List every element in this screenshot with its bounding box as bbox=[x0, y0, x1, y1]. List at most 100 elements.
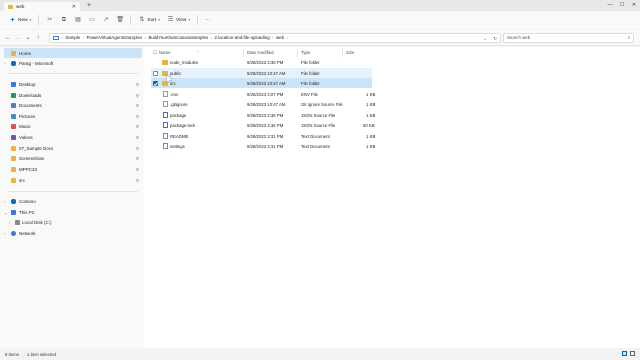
pin-icon[interactable]: ⚲ bbox=[136, 114, 139, 119]
sidebar-item-mppc23[interactable]: MPPC23 ⚲ bbox=[0, 164, 144, 174]
sidebar-item-label: Local Disk (C:) bbox=[22, 219, 52, 225]
pin-icon[interactable]: ⚲ bbox=[136, 167, 139, 172]
sidebar-item-label: src bbox=[19, 177, 25, 183]
sidebar-item-label: Network bbox=[19, 230, 36, 236]
copy-button[interactable]: ⧉ bbox=[57, 14, 70, 26]
minimize-button[interactable]: — bbox=[604, 0, 616, 11]
search-placeholder: Search web bbox=[507, 35, 531, 40]
column-name[interactable]: Name bbox=[159, 50, 170, 55]
sidebar-item-src[interactable]: src ⚲ bbox=[0, 175, 144, 185]
breadcrumb-item[interactable]: PowerVirtualAgentsSamples bbox=[87, 35, 143, 40]
cut-button[interactable]: ✂ bbox=[43, 14, 56, 26]
sidebar-item-music[interactable]: Music ⚲ bbox=[0, 121, 144, 131]
status-bar: 9 items 1 item selected bbox=[0, 348, 640, 360]
folder-icon bbox=[8, 4, 13, 9]
pin-icon[interactable]: ⚲ bbox=[136, 82, 139, 87]
table-row[interactable]: package 9/28/2023 3:36 PM JSON Source Fi… bbox=[151, 110, 375, 120]
divider[interactable] bbox=[342, 49, 343, 57]
home-icon bbox=[11, 50, 16, 56]
chevron-right-icon[interactable]: › bbox=[9, 220, 10, 225]
sidebar-item-pictures[interactable]: Pictures ⚲ bbox=[0, 111, 144, 121]
column-date[interactable]: Date modified bbox=[247, 50, 274, 55]
pin-icon[interactable]: ⚲ bbox=[136, 103, 139, 108]
refresh-icon[interactable]: ↻ bbox=[493, 36, 497, 42]
view-button[interactable]: ☰ View ▾ bbox=[164, 14, 193, 26]
paste-button[interactable]: ▤ bbox=[71, 14, 84, 26]
sidebar-item-contoso[interactable]: › Contoso bbox=[0, 196, 144, 206]
table-row[interactable]: README 9/28/2023 3:31 PM Text Document 1… bbox=[151, 131, 375, 141]
pin-icon[interactable]: ⚲ bbox=[136, 156, 139, 161]
sidebar-item-sample-docs[interactable]: 07_Sample Docs ⚲ bbox=[0, 143, 144, 153]
chevron-right-icon[interactable]: › bbox=[4, 61, 5, 66]
pin-icon[interactable]: ⚲ bbox=[136, 93, 139, 98]
breadcrumb-item[interactable]: Sample bbox=[65, 35, 80, 40]
table-row[interactable]: src 9/28/2023 10:47 AM File folder bbox=[151, 78, 372, 88]
pin-icon[interactable]: ⚲ bbox=[136, 178, 139, 183]
recent-chevron-icon[interactable]: ⌄ bbox=[24, 34, 32, 41]
sidebar-item-downloads[interactable]: Downloads ⚲ bbox=[0, 90, 144, 100]
table-row[interactable]: package-lock 9/28/2023 3:36 PM JSON Sour… bbox=[151, 120, 375, 130]
chevron-right-icon[interactable]: › bbox=[4, 231, 5, 236]
address-bar[interactable]: › Sample › PowerVirtualAgentsSamples › B… bbox=[49, 32, 501, 43]
rename-button[interactable]: ▭ bbox=[85, 14, 98, 26]
sidebar-item-this-pc[interactable]: ⌄ This PC bbox=[0, 207, 144, 217]
new-button[interactable]: + New ▾ bbox=[6, 14, 34, 26]
file-date: 9/28/2023 3:31 PM bbox=[247, 143, 284, 149]
sidebar-item-label: MPPC23 bbox=[19, 166, 38, 172]
sidebar-item-onedrive[interactable]: › Parag - Microsoft bbox=[0, 58, 144, 68]
file-type: ENV File bbox=[301, 91, 318, 97]
sidebar-item-network[interactable]: › Network bbox=[0, 228, 144, 238]
pin-icon[interactable]: ⚲ bbox=[136, 146, 139, 151]
breadcrumb-separator: › bbox=[272, 35, 274, 40]
pin-icon[interactable]: ⚲ bbox=[136, 135, 139, 140]
share-button[interactable]: ↗ bbox=[99, 14, 112, 26]
column-size[interactable]: Size bbox=[346, 50, 354, 55]
more-button[interactable]: ··· bbox=[202, 14, 213, 26]
maximize-button[interactable]: ☐ bbox=[616, 0, 628, 11]
table-row[interactable]: settings 9/28/2023 3:31 PM Text Document… bbox=[151, 141, 375, 151]
chevron-down-icon[interactable]: ⌄ bbox=[4, 210, 7, 215]
table-row[interactable]: node_modules 9/28/2023 3:36 PM File fold… bbox=[151, 57, 372, 67]
up-arrow-icon[interactable]: ↑ bbox=[34, 35, 42, 41]
breadcrumb-item[interactable]: BuildYourOwnCanvasSamples bbox=[148, 35, 208, 40]
breadcrumb-item[interactable]: web bbox=[276, 35, 284, 40]
column-type[interactable]: Type bbox=[301, 50, 310, 55]
tiles-view-icon[interactable] bbox=[630, 351, 635, 356]
sidebar-item-label: This PC bbox=[19, 209, 36, 215]
table-row[interactable]: .gitignore 9/28/2023 10:47 AM Git Ignore… bbox=[151, 99, 375, 109]
tab-web[interactable]: web ✕ bbox=[4, 2, 80, 11]
sidebar-item-local-disk[interactable]: › Local Disk (C:) bbox=[0, 217, 144, 227]
close-window-button[interactable]: ✕ bbox=[628, 0, 640, 11]
details-view-icon[interactable] bbox=[622, 351, 627, 356]
chevron-right-icon[interactable]: › bbox=[4, 199, 5, 204]
select-all-checkbox[interactable]: ☐ bbox=[153, 50, 157, 56]
table-row[interactable]: public 9/28/2023 10:47 AM File folder bbox=[151, 68, 372, 78]
breadcrumb-item[interactable]: 2.location-and-file-uploading bbox=[214, 35, 269, 40]
sidebar-item-documents[interactable]: Documents ⚲ bbox=[0, 100, 144, 110]
back-arrow-icon[interactable]: ← bbox=[4, 35, 12, 41]
table-row[interactable]: .env 9/26/2023 3:07 PM ENV File 1 KB bbox=[151, 89, 375, 99]
breadcrumb-separator: › bbox=[210, 35, 212, 40]
sidebar-item-desktop[interactable]: Desktop ⚲ bbox=[0, 79, 144, 89]
sort-button[interactable]: ⇅ Sort ▾ bbox=[135, 14, 163, 26]
new-tab-button[interactable]: + bbox=[87, 2, 91, 10]
pin-icon[interactable]: ⚲ bbox=[136, 124, 139, 129]
sidebar-item-label: Desktop bbox=[19, 81, 36, 87]
delete-button[interactable]: 🗑 bbox=[113, 14, 126, 26]
divider[interactable] bbox=[243, 49, 244, 57]
chevron-down-icon[interactable]: ⌄ bbox=[483, 36, 487, 42]
sidebar-item-videos[interactable]: Videos ⚲ bbox=[0, 132, 144, 142]
divider[interactable] bbox=[297, 49, 298, 57]
file-type: Text Document bbox=[301, 143, 330, 149]
close-tab-icon[interactable]: ✕ bbox=[72, 4, 76, 10]
sidebar-item-home[interactable]: Home bbox=[4, 48, 142, 58]
search-input[interactable]: Search web ⌕ bbox=[503, 33, 634, 43]
row-checkbox[interactable] bbox=[153, 70, 158, 76]
row-checkbox[interactable] bbox=[153, 80, 158, 86]
forward-arrow-icon[interactable]: → bbox=[14, 35, 22, 41]
view-icon: ☰ bbox=[167, 16, 174, 23]
divider bbox=[8, 73, 138, 74]
file-type: File folder bbox=[301, 80, 320, 86]
breadcrumb-separator: › bbox=[82, 35, 85, 40]
sidebar-item-screenshots[interactable]: Screenshots ⚲ bbox=[0, 153, 144, 163]
